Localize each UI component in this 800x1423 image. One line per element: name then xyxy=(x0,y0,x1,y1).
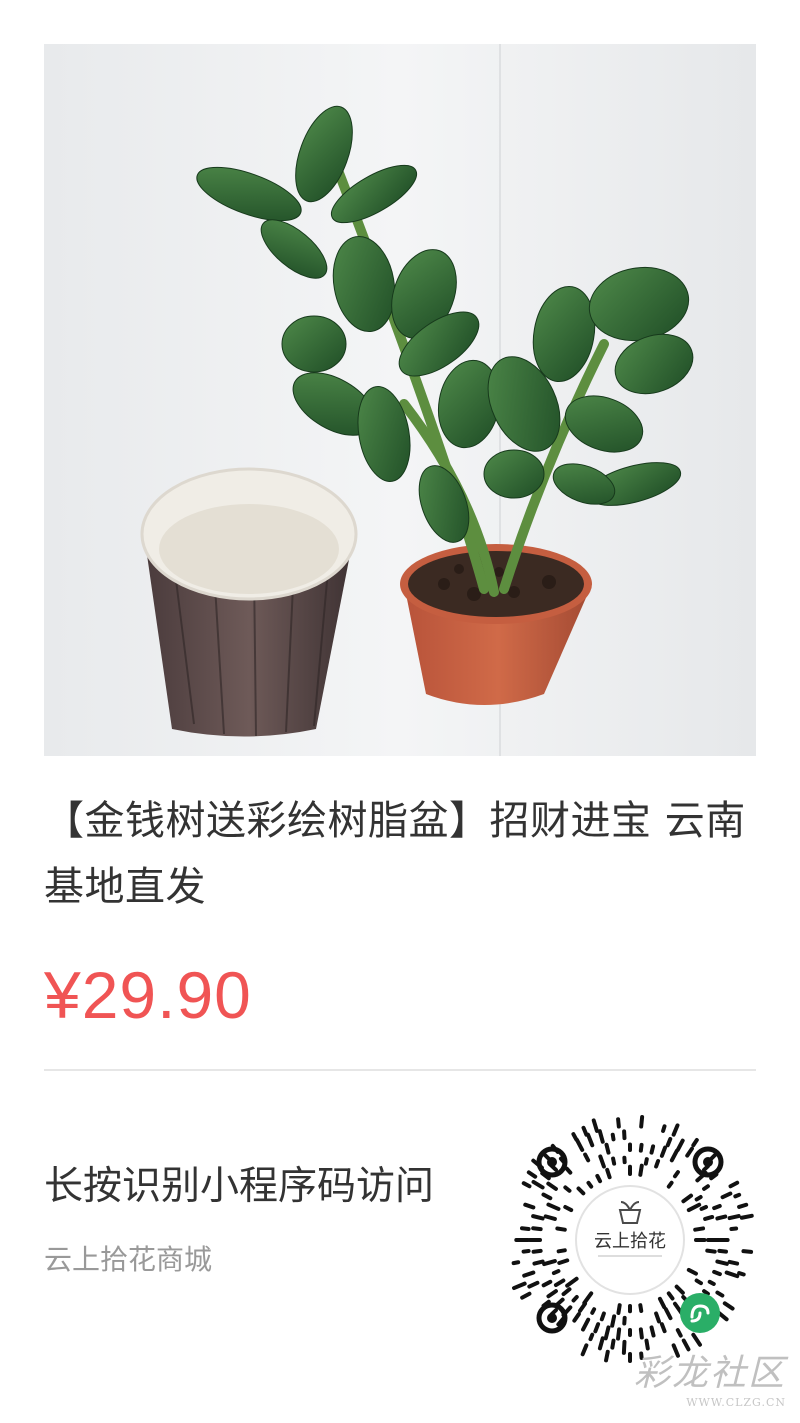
product-price: ¥29.90 xyxy=(44,958,252,1032)
mini-program-code[interactable]: 云上拾花 xyxy=(500,1110,760,1370)
qr-logo-text: 云上拾花 xyxy=(594,1231,666,1252)
wechat-mini-program-badge-icon xyxy=(680,1293,720,1333)
mini-program-cta: 长按识别小程序码访问 xyxy=(44,1164,435,1209)
watermark: 彩龙社区 WWW.CLZG.CN xyxy=(634,1344,786,1409)
zamioculcas-plant-image xyxy=(44,44,756,756)
product-photo xyxy=(44,44,756,756)
divider xyxy=(44,1069,756,1071)
watermark-url: WWW.CLZG.CN xyxy=(686,1396,786,1409)
shop-name: 云上拾花商城 xyxy=(44,1243,213,1276)
watermark-name: 彩龙社区 xyxy=(633,1353,786,1394)
product-title: 【金钱树送彩绘树脂盆】招财进宝 云南基地直发 xyxy=(44,798,746,910)
